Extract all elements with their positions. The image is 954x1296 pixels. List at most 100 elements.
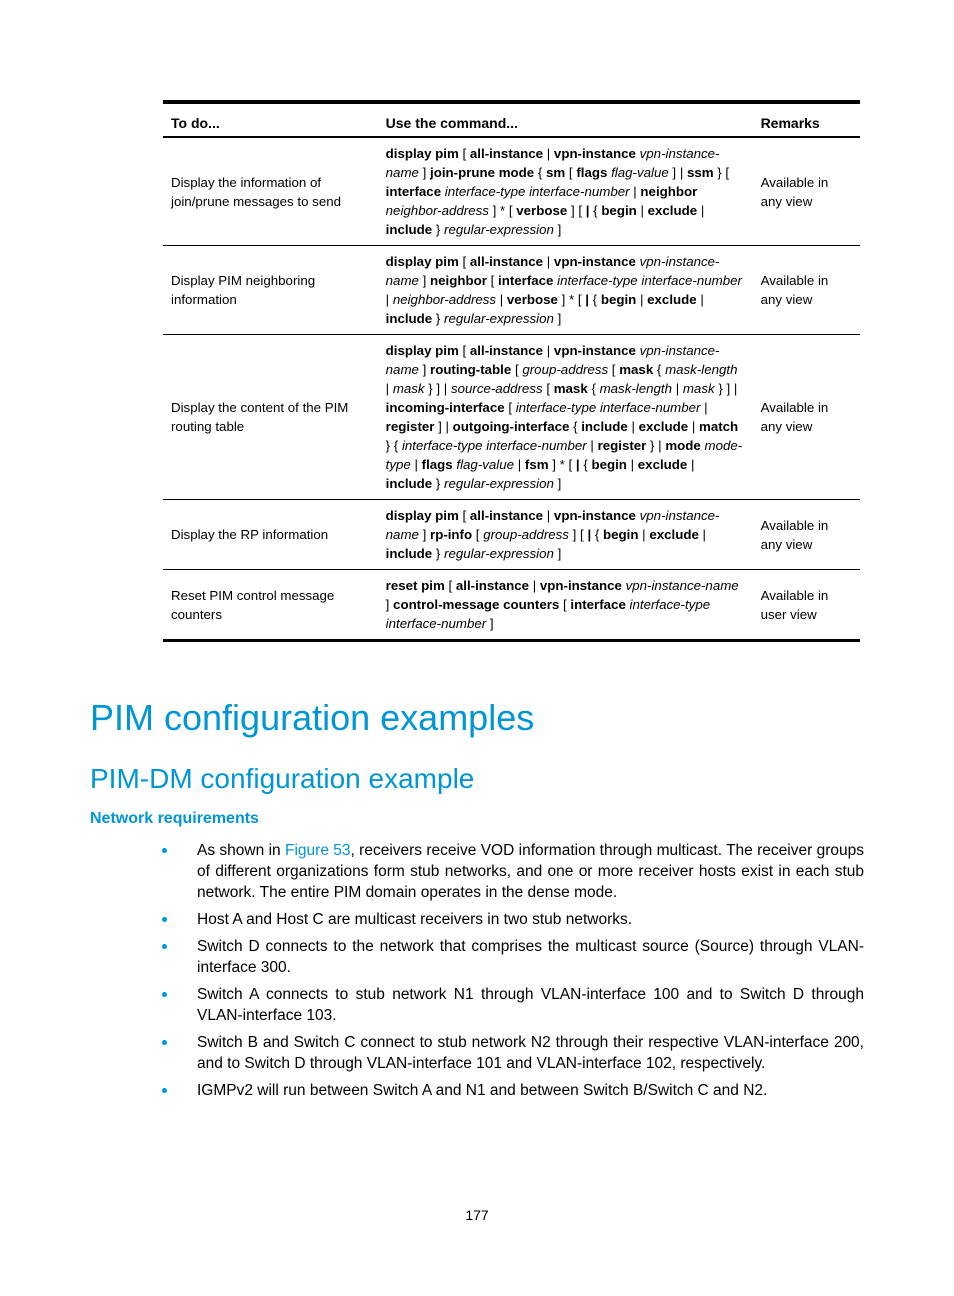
command-keyword: flags — [576, 165, 608, 180]
command-keyword: include — [385, 476, 433, 491]
command-argument: regular-expression — [444, 476, 554, 491]
section-title: PIM configuration examples — [90, 697, 535, 738]
command-keyword: begin — [591, 457, 627, 472]
command-keyword: outgoing-interface — [452, 419, 570, 434]
command-syntax: | — [410, 457, 422, 472]
command-syntax: | — [638, 527, 650, 542]
command-keyword: fsm — [524, 457, 549, 472]
command-argument: flag-value — [611, 165, 669, 180]
command-keyword: incoming-interface — [385, 400, 505, 415]
command-keyword: mask — [553, 381, 588, 396]
command-syntax: } — [385, 438, 394, 453]
command-syntax: } ] | — [424, 381, 451, 396]
command-syntax: | — [697, 203, 705, 218]
command-keyword: exclude — [637, 457, 688, 472]
command-syntax: { — [569, 419, 582, 434]
table-header-row: To do... Use the command... Remarks — [163, 102, 860, 137]
command-keyword: begin — [603, 527, 639, 542]
command-keyword: display pim — [385, 146, 459, 161]
list-item: As shown in Figure 53, receivers receive… — [160, 840, 864, 903]
command-syntax: | — [688, 419, 699, 434]
command-syntax: ] [ — [568, 527, 588, 542]
command-argument: mask-length — [665, 362, 738, 377]
command-keyword: display pim — [385, 508, 459, 523]
command-argument: interface-type interface-number — [515, 400, 701, 415]
command-keyword: vpn-instance — [553, 146, 636, 161]
command-keyword: vpn-instance — [553, 343, 636, 358]
command-argument: regular-expression — [444, 546, 554, 561]
command-syntax: ] * [ — [488, 203, 517, 218]
bullet-icon — [162, 848, 167, 853]
command-keyword: display pim — [385, 254, 459, 269]
command-syntax: [ — [508, 400, 516, 415]
command-syntax: | — [629, 184, 641, 199]
command-syntax: | — [385, 381, 393, 396]
command-keyword: neighbor — [640, 184, 698, 199]
command-syntax: { — [579, 457, 592, 472]
command-syntax: [ — [559, 597, 571, 612]
cell-todo: Display the RP information — [171, 527, 329, 542]
bullet-icon — [162, 917, 167, 922]
cell-remarks: Available in any view — [760, 400, 829, 434]
command-syntax: | — [687, 457, 695, 472]
command-syntax: [ — [511, 362, 523, 377]
requirements-list: As shown in Figure 53, receivers receive… — [160, 840, 864, 1107]
command-syntax: | — [672, 381, 683, 396]
document-page: To do... Use the command... Remarks Disp… — [0, 0, 954, 1296]
command-keyword: verbose — [516, 203, 568, 218]
figure-link[interactable]: Figure 53 — [285, 842, 351, 859]
command-keyword: include — [385, 546, 433, 561]
command-keyword: include — [385, 311, 433, 326]
command-keyword: control-message counters — [393, 597, 560, 612]
command-keyword: exclude — [647, 292, 697, 307]
command-keyword: exclude — [638, 419, 689, 434]
command-syntax: } [ — [713, 165, 730, 180]
command-syntax: | — [586, 438, 598, 453]
command-syntax: [ — [458, 146, 470, 161]
header-remarks: Remarks — [760, 115, 820, 131]
cell-todo: Reset PIM control message counters — [171, 587, 335, 622]
command-syntax: | — [514, 457, 525, 472]
command-argument: interface-type — [444, 184, 526, 199]
command-keyword: verbose — [506, 292, 558, 307]
command-keyword: interface — [385, 184, 442, 199]
table-row: Display the content of the PIM routing t… — [163, 335, 860, 500]
command-syntax: } — [432, 311, 445, 326]
command-syntax: ] | — [434, 419, 453, 434]
command-keyword: match — [699, 419, 739, 434]
command-argument: regular-expression — [444, 222, 554, 237]
command-syntax: [ — [486, 273, 498, 288]
command-syntax: | — [543, 508, 554, 523]
bullet-text: Host A and Host C are multicast receiver… — [197, 911, 633, 928]
command-keyword: interface — [570, 597, 626, 612]
command-argument: mask — [682, 381, 715, 396]
command-argument: vpn-instance-name — [625, 578, 739, 593]
command-syntax: { — [393, 438, 402, 453]
command-syntax: | — [626, 457, 638, 472]
command-argument: interface-number — [641, 273, 742, 288]
command-keyword: all-instance — [469, 343, 544, 358]
command-syntax: { — [591, 527, 604, 542]
command-keyword: vpn-instance — [553, 508, 636, 523]
bullet-text: Switch D connects to the network that co… — [197, 938, 864, 976]
command-syntax: ] — [385, 597, 394, 612]
command-syntax: | — [529, 578, 540, 593]
command-syntax: ] — [553, 311, 562, 326]
command-argument: interface-type — [557, 273, 638, 288]
command-syntax: | — [627, 419, 639, 434]
table-row: Display PIM neighboring information disp… — [163, 246, 860, 335]
command-keyword: join-prune mode — [430, 165, 535, 180]
cell-todo: Display PIM neighboring information — [171, 273, 316, 307]
cell-todo: Display the information of join/prune me… — [171, 174, 342, 209]
command-syntax: [ — [444, 578, 456, 593]
command-syntax: ] — [418, 165, 431, 180]
command-syntax: | — [543, 343, 554, 358]
command-syntax: [ — [458, 254, 470, 269]
bullet-text-pre: As shown in — [197, 842, 285, 859]
command-syntax: | — [700, 400, 708, 415]
command-keyword: vpn-instance — [553, 254, 636, 269]
table-row: Display the RP information display pim [… — [163, 500, 860, 570]
command-syntax: { — [534, 165, 547, 180]
command-argument: group-address — [483, 527, 569, 542]
command-keyword: register — [597, 438, 647, 453]
